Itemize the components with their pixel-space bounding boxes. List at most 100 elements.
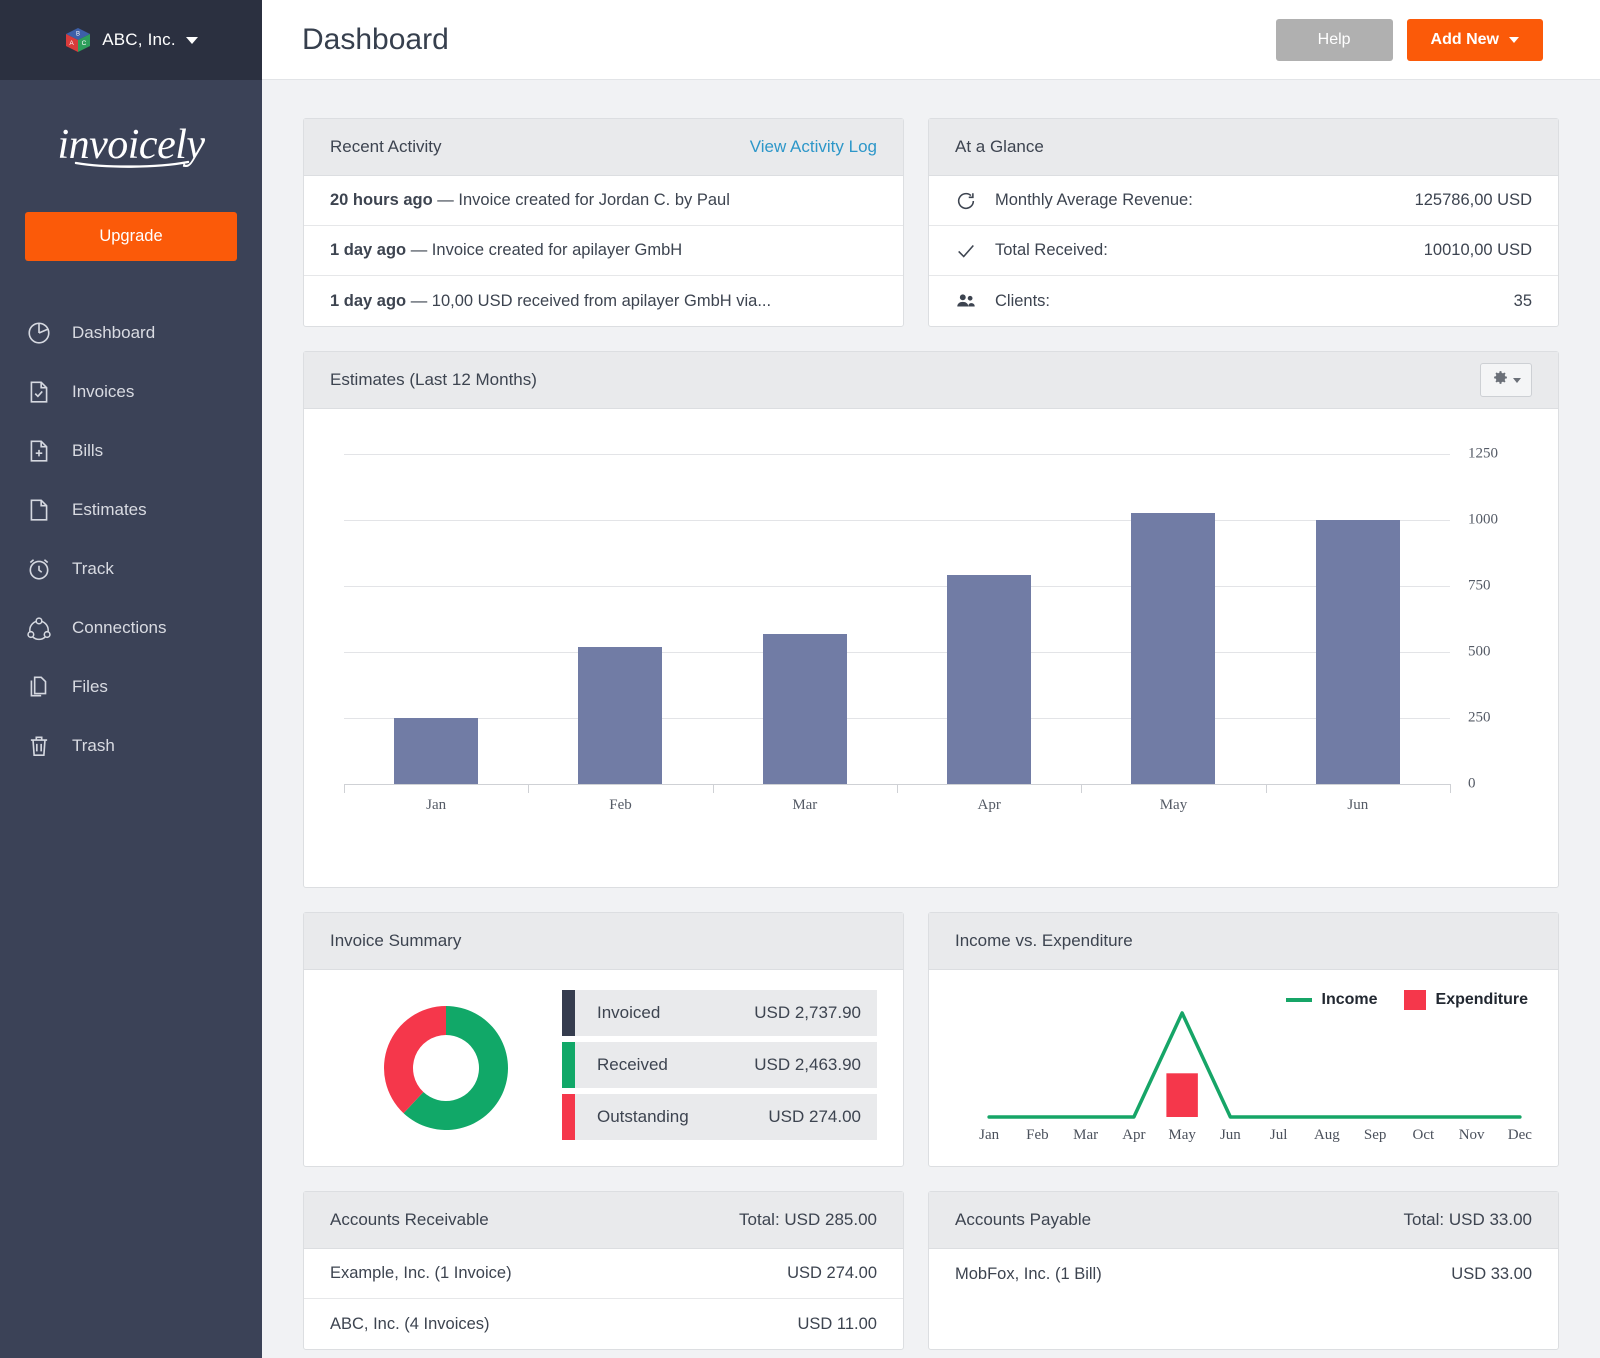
glance-row: Clients: 35 <box>929 276 1558 326</box>
table-row[interactable]: MobFox, Inc. (1 Bill) USD 33.00 <box>929 1249 1558 1299</box>
activity-text: — Invoice created for Jordan C. by Paul <box>437 191 730 210</box>
legend-item-expenditure[interactable]: Expenditure <box>1404 990 1528 1010</box>
activity-row[interactable]: 1 day ago — 10,00 USD received from apil… <box>304 276 903 326</box>
legend-row: Received USD 2,463.90 <box>562 1042 877 1088</box>
income-line[interactable] <box>989 1013 1520 1117</box>
activity-row[interactable]: 20 hours ago — Invoice created for Jorda… <box>304 176 903 226</box>
add-new-label: Add New <box>1431 31 1499 49</box>
x-axis-labels: Jan Feb Mar Apr May Jun <box>344 797 1450 814</box>
sidebar-item-trash[interactable]: Trash <box>0 716 262 775</box>
client-name: Example, Inc. (1 Invoice) <box>330 1264 512 1283</box>
refresh-icon <box>955 190 981 212</box>
sidebar-item-track[interactable]: Track <box>0 539 262 598</box>
bar-slot <box>528 454 712 784</box>
estimates-chart-panel: Estimates (Last 12 Months) <box>303 351 1559 888</box>
bar[interactable] <box>763 634 847 784</box>
sidebar-item-files[interactable]: Files <box>0 657 262 716</box>
sidebar-item-dashboard[interactable]: Dashboard <box>0 303 262 362</box>
activity-time: 1 day ago <box>330 241 406 260</box>
add-new-button[interactable]: Add New <box>1407 19 1543 61</box>
income-expenditure-svg <box>965 1010 1544 1120</box>
sidebar-item-label: Connections <box>72 618 167 638</box>
x-axis-tick: Feb <box>1013 1127 1061 1144</box>
accounts-payable-panel: Accounts Payable Total: USD 33.00 MobFox… <box>928 1191 1559 1350</box>
legend-label: Invoiced <box>597 1003 660 1023</box>
income-x-axis-labels: Jan Feb Mar Apr May Jun Jul Aug Sep Oct … <box>965 1127 1544 1144</box>
income-expenditure-body: Income Expenditure Jan Feb <box>929 970 1558 1166</box>
bar[interactable] <box>1316 520 1400 784</box>
amount: USD 274.00 <box>787 1264 877 1283</box>
people-icon <box>955 290 981 312</box>
amount: USD 11.00 <box>798 1315 878 1334</box>
glance-value: 10010,00 USD <box>1424 241 1532 260</box>
y-axis-tick: 0 <box>1468 776 1476 793</box>
x-axis-tick: Apr <box>897 797 1081 814</box>
at-a-glance-panel: At a Glance Monthly Average Revenue: 125… <box>928 118 1559 327</box>
x-axis-tick: Mar <box>713 797 897 814</box>
help-button[interactable]: Help <box>1276 19 1393 61</box>
org-switcher[interactable]: B A C ABC, Inc. <box>0 0 262 80</box>
sidebar-nav: Dashboard Invoices Bills <box>0 303 262 775</box>
pie-chart-icon <box>26 320 52 346</box>
legend-row: Outstanding USD 274.00 <box>562 1094 877 1140</box>
invoicely-logo: invoicely <box>0 80 262 176</box>
expenditure-bar[interactable] <box>1166 1073 1197 1117</box>
income-expenditure-header: Income vs. Expenditure <box>929 913 1558 970</box>
legend-label: Expenditure <box>1436 991 1528 1009</box>
upgrade-button[interactable]: Upgrade <box>25 212 237 261</box>
income-expenditure-legend: Income Expenditure <box>1286 990 1528 1010</box>
accounts-payable-total: Total: USD 33.00 <box>1403 1210 1532 1230</box>
bar-slot <box>897 454 1081 784</box>
row-estimates: Estimates (Last 12 Months) <box>303 351 1559 888</box>
chevron-down-icon[interactable] <box>186 37 198 44</box>
x-axis-tick: Mar <box>1062 1127 1110 1144</box>
donut-slice-outstanding[interactable] <box>384 1006 446 1113</box>
view-activity-log-link[interactable]: View Activity Log <box>750 137 877 157</box>
table-row[interactable]: ABC, Inc. (4 Invoices) USD 11.00 <box>304 1299 903 1349</box>
x-axis-tick: Jun <box>1206 1127 1254 1144</box>
y-axis-tick: 1000 <box>1468 512 1498 529</box>
x-axis-tick: May <box>1081 797 1265 814</box>
x-axis-tick: May <box>1158 1127 1206 1144</box>
gear-icon <box>1492 369 1509 391</box>
svg-text:invoicely: invoicely <box>57 122 205 168</box>
x-axis-tick: Apr <box>1110 1127 1158 1144</box>
document-plus-icon <box>26 438 52 464</box>
estimates-chart: 1250 1000 750 500 250 0 <box>304 409 1558 887</box>
bar[interactable] <box>578 647 662 784</box>
x-axis-tick: Aug <box>1303 1127 1351 1144</box>
activity-row[interactable]: 1 day ago — Invoice created for apilayer… <box>304 226 903 276</box>
glance-value: 35 <box>1514 292 1532 311</box>
chart-settings-button[interactable] <box>1480 363 1532 397</box>
vendor-name: MobFox, Inc. (1 Bill) <box>955 1265 1102 1284</box>
legend-value: USD 2,463.90 <box>754 1055 861 1075</box>
legend-label: Received <box>597 1055 668 1075</box>
bar[interactable] <box>1131 513 1215 784</box>
svg-text:B: B <box>76 32 80 38</box>
glance-row: Monthly Average Revenue: 125786,00 USD <box>929 176 1558 226</box>
bar[interactable] <box>394 718 478 784</box>
y-axis-tick: 1250 <box>1468 446 1498 463</box>
x-axis-tick: Dec <box>1496 1127 1544 1144</box>
bar[interactable] <box>947 575 1031 784</box>
x-axis <box>344 784 1450 785</box>
activity-text: — Invoice created for apilayer GmbH <box>411 241 682 260</box>
sidebar-item-label: Files <box>72 677 108 697</box>
table-row[interactable]: Example, Inc. (1 Invoice) USD 274.00 <box>304 1249 903 1299</box>
sidebar: B A C ABC, Inc. invoicely Upgrade Dashbo… <box>0 0 262 1358</box>
network-nodes-icon <box>26 615 52 641</box>
topbar-actions: Help Add New <box>1276 19 1543 61</box>
page-title: Dashboard <box>302 23 449 57</box>
sidebar-item-bills[interactable]: Bills <box>0 421 262 480</box>
sidebar-item-estimates[interactable]: Estimates <box>0 480 262 539</box>
sidebar-item-connections[interactable]: Connections <box>0 598 262 657</box>
x-axis-tick: Nov <box>1448 1127 1496 1144</box>
files-copy-icon <box>26 674 52 700</box>
activity-time: 20 hours ago <box>330 191 433 210</box>
topbar: Dashboard Help Add New <box>262 0 1600 80</box>
glance-label: Clients: <box>995 292 1050 311</box>
legend-item-income[interactable]: Income <box>1286 991 1378 1009</box>
sidebar-item-invoices[interactable]: Invoices <box>0 362 262 421</box>
caret-down-icon <box>1513 378 1521 383</box>
bar-slot <box>1081 454 1265 784</box>
